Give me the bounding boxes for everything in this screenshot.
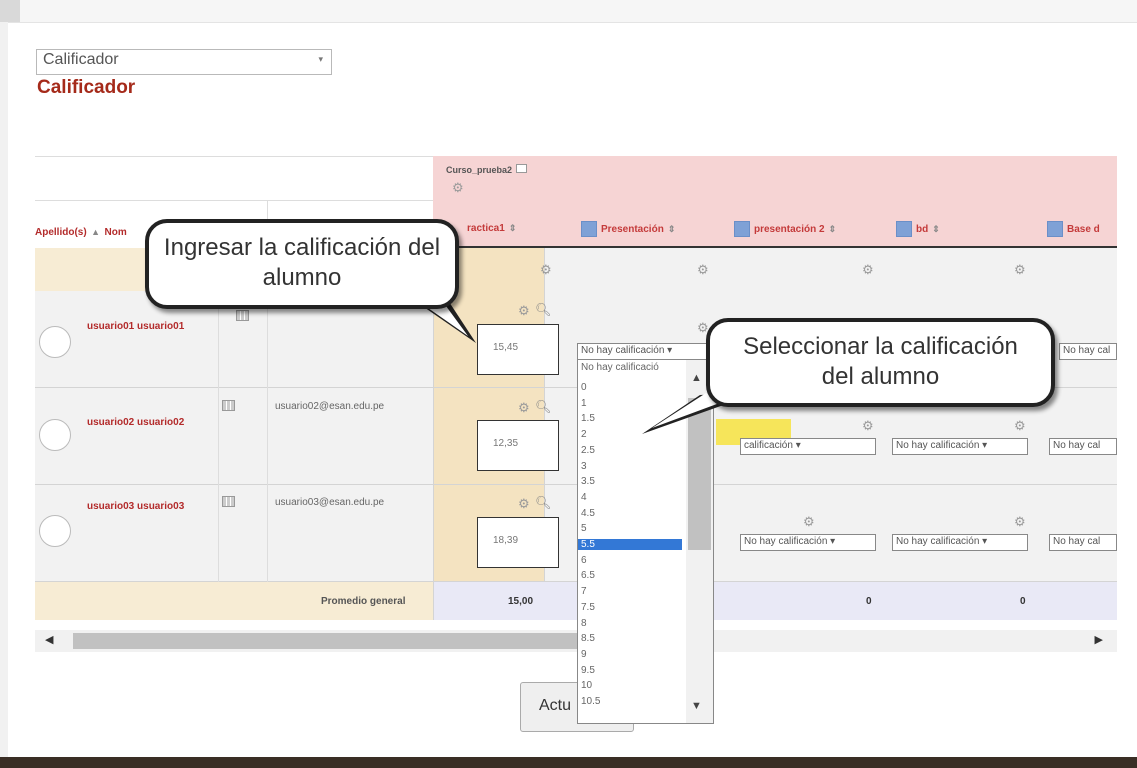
callout-enter-grade: Ingresar la calificación del alumno <box>145 219 459 309</box>
bottom-strip <box>0 757 1137 768</box>
callout-select-grade: Seleccionar la calificación del alumno <box>706 318 1055 407</box>
